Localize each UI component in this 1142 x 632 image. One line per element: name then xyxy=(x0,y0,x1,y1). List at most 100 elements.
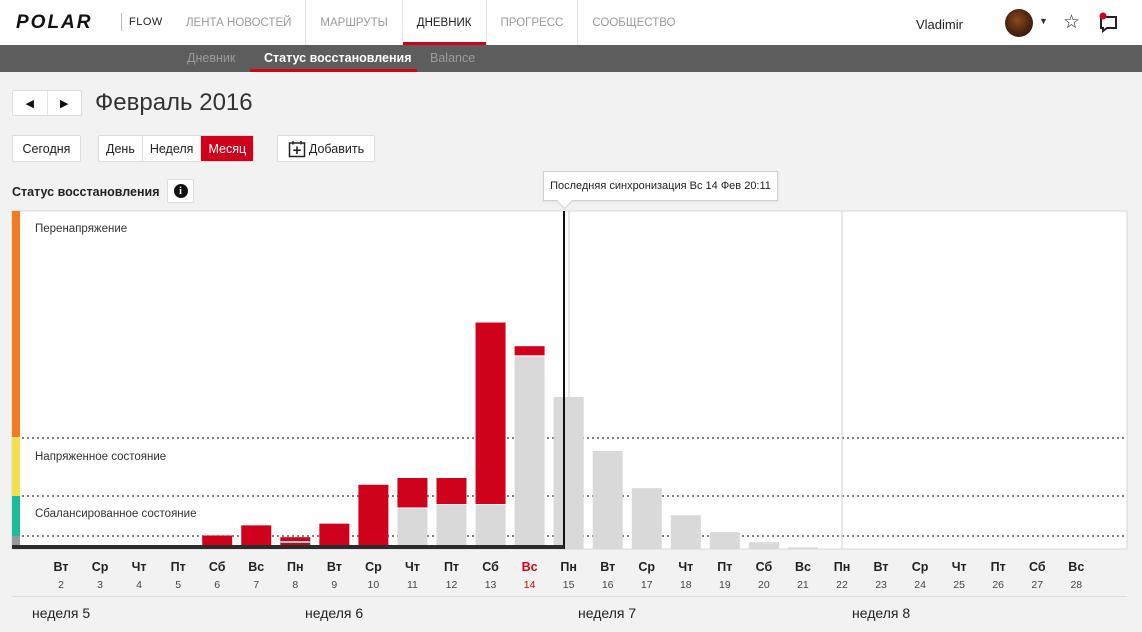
training-load-bar xyxy=(436,478,467,505)
forecast-bar xyxy=(748,542,779,549)
date-label: 24 xyxy=(914,579,926,591)
sync-tooltip: Последняя синхронизация Вс 14 Фев 20:11 xyxy=(543,171,778,201)
logo-divider xyxy=(121,13,122,31)
training-load-bar xyxy=(475,322,506,505)
subnav-balance[interactable]: Balance xyxy=(430,45,475,72)
subnav-recovery-status[interactable]: Статус восстановления xyxy=(264,45,412,72)
date-label: 21 xyxy=(797,579,809,591)
date-label: 23 xyxy=(875,579,887,591)
section-title: Статус восстановления xyxy=(12,185,160,199)
sub-nav: Дневник Статус восстановления Balance xyxy=(0,45,1142,72)
next-month-button[interactable]: ▶ xyxy=(48,91,82,115)
forecast-bar xyxy=(670,515,701,549)
forecast-bar xyxy=(397,508,428,549)
week-divider xyxy=(12,596,1127,597)
day-of-week-label: Вт xyxy=(600,560,615,574)
today-button[interactable]: Сегодня xyxy=(12,135,81,162)
forecast-bar xyxy=(514,356,545,549)
main-nav: ЛЕНТА НОВОСТЕЙ МАРШРУТЫ ДНЕВНИК ПРОГРЕСС… xyxy=(172,0,689,45)
zone-label: Сбалансированное состояние xyxy=(35,508,196,520)
day-of-week-label: Пн xyxy=(287,560,304,574)
day-of-week-label: Пт xyxy=(717,560,732,574)
date-label: 22 xyxy=(836,579,848,591)
add-button-label: Добавить xyxy=(308,141,365,156)
day-of-week-label: Чт xyxy=(678,560,693,574)
prev-month-button[interactable]: ◀ xyxy=(13,91,48,115)
subnav-diary[interactable]: Дневник xyxy=(187,45,235,72)
page-title: Февраль 2016 xyxy=(95,89,253,116)
week-label: неделя 8 xyxy=(852,605,911,621)
day-of-week-label: Пт xyxy=(171,560,186,574)
recovery-chart: Перенапряжение Напряженное состояние Сбала… xyxy=(11,210,1128,591)
week-label: неделя 5 xyxy=(32,605,91,621)
nav-progress[interactable]: ПРОГРЕСС xyxy=(487,0,579,45)
nav-routes[interactable]: МАРШРУТЫ xyxy=(306,0,403,45)
date-label: 18 xyxy=(680,579,692,591)
add-button[interactable]: Добавить xyxy=(277,135,375,162)
date-label: 4 xyxy=(136,579,142,591)
date-label: 3 xyxy=(97,579,103,591)
forecast-bar xyxy=(475,505,506,549)
date-label: 19 xyxy=(719,579,731,591)
zone-label: Перенапряжение xyxy=(35,223,127,235)
info-button[interactable]: i xyxy=(167,179,194,203)
nav-news-feed[interactable]: ЛЕНТА НОВОСТЕЙ xyxy=(172,0,307,45)
polar-logo[interactable]: POLAR xyxy=(16,12,93,34)
training-load-bar xyxy=(397,478,428,508)
range-month-button[interactable]: Месяц xyxy=(201,136,254,161)
day-of-week-label: Сб xyxy=(482,560,499,574)
calendar-add-icon xyxy=(288,140,306,157)
date-label: 8 xyxy=(292,579,298,591)
date-label: 26 xyxy=(992,579,1004,591)
balanced-marker xyxy=(280,541,311,543)
range-day-button[interactable]: День xyxy=(99,136,143,161)
range-week-button[interactable]: Неделя xyxy=(143,136,202,161)
date-label: 15 xyxy=(563,579,575,591)
day-of-week-label: Вс xyxy=(248,560,264,574)
date-label: 27 xyxy=(1031,579,1043,591)
day-of-week-label: Ср xyxy=(365,560,382,574)
training-load-bar xyxy=(358,484,389,549)
day-of-week-label: Ср xyxy=(638,560,655,574)
notification-icon[interactable] xyxy=(1098,12,1120,39)
day-of-week-label: Ср xyxy=(92,560,109,574)
date-label: 17 xyxy=(641,579,653,591)
forecast-bar xyxy=(787,547,818,549)
date-label: 14 xyxy=(524,579,536,591)
day-of-week-label: Вс xyxy=(795,560,811,574)
subnav-active-indicator xyxy=(250,69,417,72)
day-of-week-label: Ср xyxy=(912,560,929,574)
date-label: 12 xyxy=(446,579,458,591)
day-of-week-label: Пн xyxy=(560,560,577,574)
date-label: 5 xyxy=(175,579,181,591)
date-label: 2 xyxy=(58,579,64,591)
zone-strained xyxy=(12,437,20,496)
week-label: неделя 7 xyxy=(578,605,637,621)
day-of-week-label: Чт xyxy=(952,560,967,574)
forecast-bar xyxy=(553,396,584,549)
chevron-down-icon[interactable]: ▼ xyxy=(1039,16,1048,26)
day-of-week-label: Вс xyxy=(1068,560,1084,574)
forecast-bar xyxy=(631,488,662,549)
day-of-week-label: Сб xyxy=(756,560,773,574)
month-pager: ◀ ▶ xyxy=(12,90,82,116)
product-name: FLOW xyxy=(129,16,163,28)
user-name[interactable]: Vladimir xyxy=(916,17,963,32)
star-icon[interactable]: ☆ xyxy=(1063,11,1080,34)
day-of-week-label: Чт xyxy=(132,560,147,574)
avatar[interactable] xyxy=(1005,9,1033,37)
top-header: POLAR FLOW ЛЕНТА НОВОСТЕЙ МАРШРУТЫ ДНЕВН… xyxy=(0,0,1142,45)
day-of-week-label: Вт xyxy=(327,560,342,574)
day-of-week-label: Вс xyxy=(522,560,538,574)
day-of-week-label: Вт xyxy=(874,560,889,574)
day-of-week-label: Пн xyxy=(834,560,851,574)
date-label: 13 xyxy=(485,579,497,591)
nav-diary[interactable]: ДНЕВНИК xyxy=(402,0,487,45)
date-label: 20 xyxy=(758,579,770,591)
info-icon: i xyxy=(173,184,188,198)
nav-community[interactable]: СООБЩЕСТВО xyxy=(578,0,689,45)
day-of-week-label: Сб xyxy=(209,560,226,574)
day-of-week-label: Чт xyxy=(405,560,420,574)
day-of-week-label: Вт xyxy=(54,560,69,574)
past-baseline xyxy=(12,545,564,549)
